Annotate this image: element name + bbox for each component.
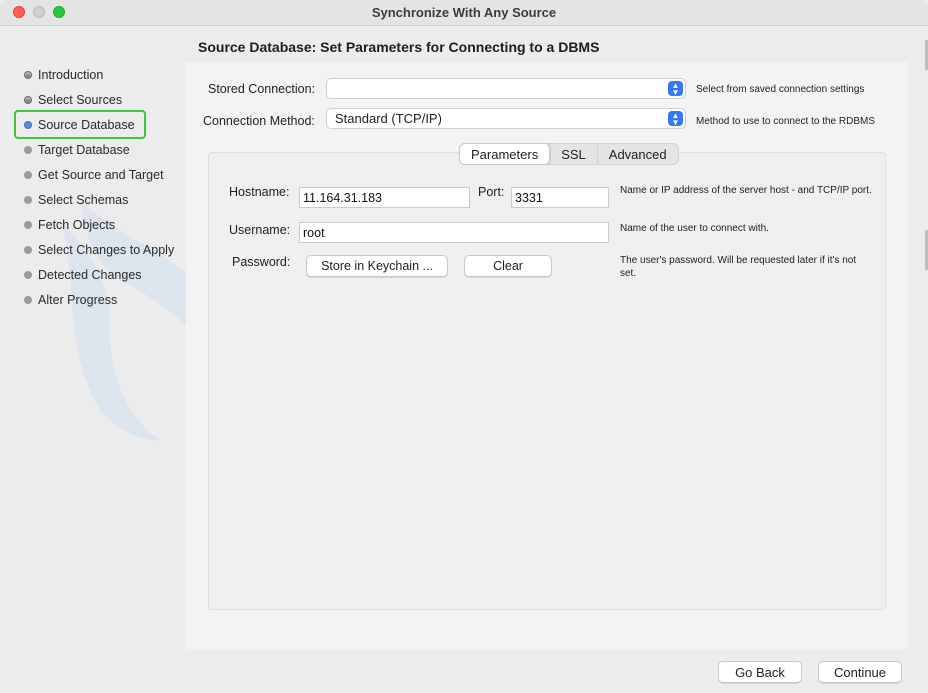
nav-item-label: Select Schemas	[38, 192, 129, 207]
nav-item-label: Target Database	[38, 142, 130, 157]
nav-item-source-database[interactable]: Source Database	[14, 110, 146, 139]
step-pending-icon	[24, 245, 32, 254]
page-title: Source Database: Set Parameters for Conn…	[198, 39, 600, 55]
window-title: Synchronize With Any Source	[371, 5, 557, 20]
nav-item-label: Source Database	[38, 117, 135, 132]
nav-item-detected-changes[interactable]: Detected Changes	[18, 262, 188, 287]
hostname-field[interactable]: 11.164.31.183	[299, 187, 470, 208]
step-pending-icon	[24, 295, 32, 304]
tab-bar: Parameters SSL Advanced	[459, 143, 679, 165]
content-panel: Stored Connection: ▲ ▼ Select from saved …	[186, 62, 908, 649]
step-pending-icon	[24, 170, 32, 179]
nav-item-label: Get Source and Target	[38, 167, 164, 182]
connection-method-hint: Method to use to connect to the RDBMS	[696, 116, 875, 127]
nav-item-select-schemas[interactable]: Select Schemas	[18, 187, 188, 212]
step-pending-icon	[24, 145, 32, 154]
chevron-updown-icon: ▲ ▼	[668, 111, 683, 127]
nav-item-select-sources[interactable]: Select Sources	[18, 87, 188, 112]
store-in-keychain-button[interactable]: Store in Keychain ...	[306, 255, 448, 277]
continue-button[interactable]: Continue	[818, 661, 902, 683]
nav-item-label: Fetch Objects	[38, 217, 116, 232]
chevron-updown-icon: ▲ ▼	[668, 81, 683, 97]
stored-connection-hint: Select from saved connection settings	[696, 84, 865, 95]
connection-method-label: Connection Method:	[203, 114, 315, 128]
step-pending-icon	[24, 270, 32, 279]
nav-item-alter-progress[interactable]: Alter Progress	[18, 287, 188, 312]
nav-item-introduction[interactable]: Introduction	[18, 62, 188, 87]
parameters-group: Parameters SSL Advanced Hostname: 11.164…	[208, 143, 886, 610]
title-bar: Synchronize With Any Source	[0, 0, 928, 26]
step-pending-icon	[24, 195, 32, 204]
step-current-icon	[24, 120, 32, 129]
connection-method-select[interactable]: Standard (TCP/IP) ▲ ▼	[326, 108, 686, 129]
wizard-steps-nav: Introduction Select Sources Source Datab…	[14, 62, 188, 312]
nav-item-select-changes[interactable]: Select Changes to Apply	[18, 237, 188, 262]
port-label: Port:	[478, 185, 505, 199]
username-label: Username:	[229, 223, 291, 237]
nav-item-label: Detected Changes	[38, 267, 142, 282]
port-field[interactable]: 3331	[511, 187, 609, 208]
hostname-label: Hostname:	[229, 185, 290, 199]
tab-parameters[interactable]: Parameters	[460, 144, 551, 164]
stored-connection-label: Stored Connection:	[208, 82, 316, 96]
nav-item-label: Introduction	[38, 67, 104, 82]
username-hint: Name of the user to connect with.	[620, 223, 769, 234]
connection-method-value: Standard (TCP/IP)	[335, 111, 442, 126]
nav-item-label: Alter Progress	[38, 292, 118, 307]
go-back-button[interactable]: Go Back	[718, 661, 802, 683]
nav-item-fetch-objects[interactable]: Fetch Objects	[18, 212, 188, 237]
step-done-icon	[24, 95, 32, 104]
nav-item-get-source-and-target[interactable]: Get Source and Target	[18, 162, 188, 187]
password-label: Password:	[232, 255, 291, 269]
clear-password-button[interactable]: Clear	[464, 255, 552, 277]
step-pending-icon	[24, 220, 32, 229]
step-done-icon	[24, 70, 32, 79]
stored-connection-select[interactable]: ▲ ▼	[326, 78, 686, 99]
tab-ssl[interactable]: SSL	[550, 144, 598, 164]
hostname-hint: Name or IP address of the server host - …	[620, 185, 872, 196]
tab-advanced[interactable]: Advanced	[598, 144, 678, 164]
username-field[interactable]: root	[299, 222, 609, 243]
nav-item-target-database[interactable]: Target Database	[18, 137, 188, 162]
nav-item-label: Select Changes to Apply	[38, 242, 175, 257]
password-hint: The user's password. Will be requested l…	[620, 255, 857, 279]
nav-item-label: Select Sources	[38, 92, 123, 107]
